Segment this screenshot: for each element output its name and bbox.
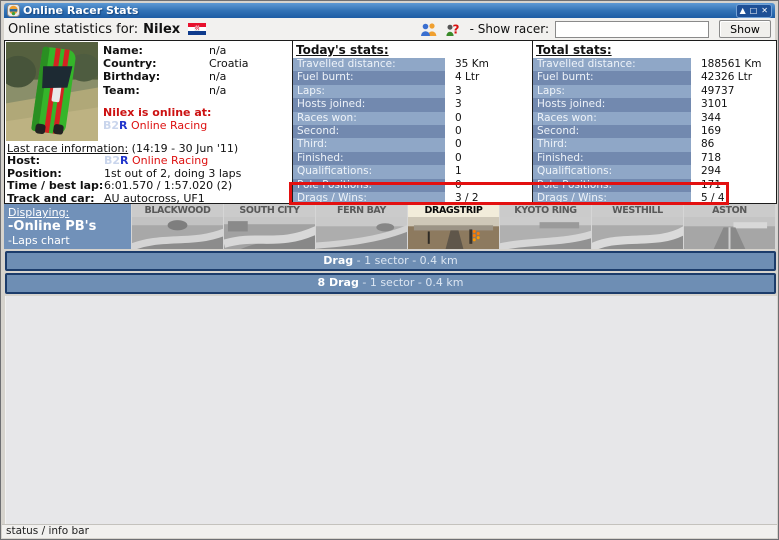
show-racer-input[interactable]: [555, 20, 709, 38]
racer-car-photo: [6, 42, 98, 141]
track-thumbnail-fern-bay[interactable]: FERN BAY: [316, 204, 407, 249]
maximize-button[interactable]: □: [750, 6, 758, 16]
track-thumbnail-aston[interactable]: ASTON: [684, 204, 775, 249]
track-image: [684, 217, 775, 249]
today-stats-heading: Today's stats:: [296, 43, 389, 57]
displaying-line1: -Online PB's: [8, 219, 97, 234]
stat-row: Third: 86: [533, 138, 776, 152]
show-racer-group: ? - Show racer: Show: [420, 20, 771, 38]
show-racer-label: - Show racer:: [469, 22, 549, 36]
stat-row: Qualifications: 294: [533, 165, 776, 179]
total-stats-column: Total stats: Travelled distance: 188561 K…: [532, 41, 776, 203]
field-value: n/a: [209, 83, 227, 97]
main-stats-panel: Name: n/a Country: Croatia Birthday: n/a Te…: [4, 40, 777, 204]
stat-row: Finished: 0: [293, 151, 532, 166]
track-thumbnail-south-city[interactable]: SOUTH CITY: [224, 204, 315, 249]
statistics-for-label: Online statistics for:: [8, 21, 139, 37]
unknown-racer-icon[interactable]: ?: [444, 22, 462, 36]
profile-fields: Name: n/a Country: Croatia Birthday: n/a Te…: [103, 41, 249, 142]
svg-text:?: ?: [452, 23, 459, 37]
stat-row: Finished: 718: [533, 151, 776, 166]
stat-row: Fuel burnt: 42326 Ltr: [533, 71, 776, 85]
last-race-block: Last race information: (14:19 - 30 Jun '…: [5, 142, 292, 203]
field-row: Name: n/a: [103, 44, 249, 57]
displaying-panel: Displaying: -Online PB's -Laps chart: [4, 204, 131, 249]
track-thumbnail-dragstrip[interactable]: DRAGSTRIP: [408, 204, 499, 249]
close-button[interactable]: ✕: [761, 6, 768, 16]
online-host-link[interactable]: B2R Online Racing: [103, 119, 249, 132]
stat-row: Hosts joined: 3: [293, 98, 532, 112]
field-value: n/a: [209, 44, 227, 57]
last-race-timestamp: (14:19 - 30 Jun '11): [128, 142, 239, 155]
profile-column: Name: n/a Country: Croatia Birthday: n/a Te…: [5, 41, 292, 203]
stat-row: Pole Positions: 171: [533, 178, 776, 192]
last-race-heading: Last race information:: [7, 142, 129, 155]
field-label: Name:: [103, 44, 143, 57]
stat-row-drags-wins: Drags / Wins: 3 / 2: [293, 191, 532, 203]
stat-row: Pole Positions: 0: [293, 178, 532, 192]
total-stats-rows: Travelled distance: 188561 Km Fuel burnt:…: [533, 58, 776, 203]
track-thumbnail-blackwood[interactable]: BLACKWOOD: [132, 204, 223, 249]
croatia-flag-icon: [188, 23, 207, 35]
field-row: Country: Croatia: [103, 57, 249, 70]
stat-row: Second: 169: [533, 124, 776, 139]
stat-row: Races won: 0: [293, 111, 532, 125]
field-row: Team: n/a: [103, 84, 249, 97]
field-value: n/a: [209, 70, 227, 84]
show-button[interactable]: Show: [719, 20, 771, 38]
field-label: Country:: [103, 57, 157, 71]
racer-name: Nilex: [143, 21, 181, 37]
profile-block: Name: n/a Country: Croatia Birthday: n/a Te…: [5, 41, 292, 142]
title-bar[interactable]: Online Racer Stats ▲ □ ✕: [4, 3, 775, 18]
stat-row: Third: 0: [293, 138, 532, 152]
stat-row-drags-wins: Drags / Wins: 5 / 4: [533, 191, 776, 203]
displaying-heading: Displaying:: [8, 206, 70, 219]
online-at-heading: Nilex is online at:: [103, 105, 212, 119]
track-image: [500, 217, 591, 249]
status-bar: status / info bar: [2, 524, 777, 538]
stat-row: Travelled distance: 188561 Km: [533, 58, 776, 72]
track-image: [132, 217, 223, 249]
app-icon: [7, 4, 20, 17]
stat-row: Laps: 3: [293, 84, 532, 99]
track-thumbnail-westhill[interactable]: WESTHILL: [592, 204, 683, 249]
stat-row: Races won: 344: [533, 111, 776, 125]
field-label: Team:: [103, 83, 140, 97]
stat-row: Laps: 49737: [533, 84, 776, 99]
chart-bar-8drag[interactable]: 8 Drag - 1 sector - 0.4 km: [5, 273, 776, 294]
field-row: Birthday: n/a: [103, 70, 249, 83]
stat-row: Travelled distance: 35 Km: [293, 58, 532, 72]
stat-row: Hosts joined: 3101: [533, 98, 776, 112]
chart-content-area: [5, 296, 777, 525]
window-controls: ▲ □ ✕: [735, 3, 772, 18]
racers-list-icon[interactable]: [420, 22, 438, 36]
track-thumbnails-strip: Displaying: -Online PB's -Laps chart BLA…: [4, 204, 777, 249]
track-image: [408, 217, 499, 249]
online-racer-stats-window: Online Racer Stats ▲ □ ✕ Online statisti…: [0, 0, 779, 540]
shade-button[interactable]: ▲: [740, 6, 746, 16]
field-label: Birthday:: [103, 70, 161, 84]
displaying-line2: -Laps chart: [8, 234, 70, 247]
track-car-row: Track and car: AU autocross, UF1: [7, 191, 205, 203]
stat-row: Fuel burnt: 4 Ltr: [293, 71, 532, 85]
track-image: [592, 217, 683, 249]
track-image: [316, 217, 407, 249]
stat-row: Qualifications: 1: [293, 165, 532, 179]
total-stats-heading: Total stats:: [536, 43, 612, 57]
chart-bar-drag[interactable]: Drag - 1 sector - 0.4 km: [5, 251, 776, 271]
window-title: Online Racer Stats: [23, 4, 139, 17]
track-image: [224, 217, 315, 249]
track-thumbnail-kyoto-ring[interactable]: KYOTO RING: [500, 204, 591, 249]
field-value: Croatia: [209, 57, 249, 71]
header-bar: Online statistics for: Nilex ? - Show ra…: [4, 18, 775, 40]
today-stats-column: Today's stats: Travelled distance: 35 Km …: [292, 41, 532, 203]
stat-row: Second: 0: [293, 124, 532, 139]
today-stats-rows: Travelled distance: 35 Km Fuel burnt: 4 Lt…: [293, 58, 532, 203]
